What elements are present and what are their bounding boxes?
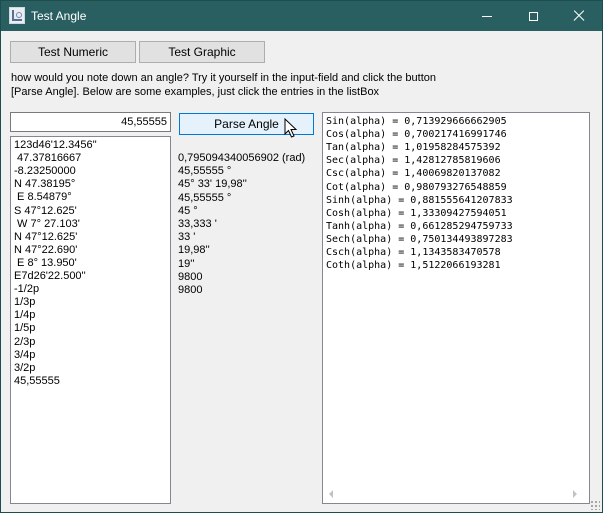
function-line: Tan(alpha) = 1,01958284575392 [326, 142, 501, 154]
result-line: 45,55555 ° [178, 191, 232, 204]
result-line: 45° 33' 19,98'' [178, 178, 247, 191]
title-bar[interactable]: Test Angle [1, 1, 602, 31]
function-line: Tanh(alpha) = 0,661285294759733 [326, 220, 513, 232]
list-item[interactable]: 3/4p [14, 349, 35, 362]
function-line: Sin(alpha) = 0,713929666662905 [326, 116, 507, 127]
list-item[interactable]: 3/2p [14, 362, 35, 375]
minimize-icon [482, 15, 492, 17]
result-line: 33,333 ' [178, 218, 217, 230]
function-line: Csch(alpha) = 1,1343583470578 [326, 247, 501, 258]
function-line: Cos(alpha) = 0,700217416991746 [326, 129, 507, 141]
list-item[interactable]: E 8° 13.950' [14, 257, 77, 270]
window-title: Test Angle [31, 9, 87, 23]
list-item[interactable]: 123d46'12.3456'' [14, 139, 97, 152]
resize-grip-icon[interactable] [590, 500, 600, 510]
list-item[interactable]: 45,55555 [14, 375, 60, 388]
list-item[interactable]: N 47.38195° [14, 178, 75, 191]
examples-listbox[interactable]: 123d46'12.3456'' 47.37816667 -8.23250000 N… [10, 136, 171, 504]
list-item[interactable]: 2/3p [14, 336, 35, 349]
function-line: Cot(alpha) = 0,980793276548859 [326, 181, 507, 193]
close-button[interactable] [556, 1, 602, 31]
list-item[interactable]: N 47°22.690' [14, 244, 77, 257]
function-line: Cosh(alpha) = 1,33309427594051 [326, 207, 507, 219]
minimize-button[interactable] [464, 1, 510, 31]
function-line: Sinh(alpha) = 0,881555641207833 [326, 194, 513, 206]
result-line: 19'' [178, 257, 195, 270]
app-icon[interactable] [9, 7, 25, 24]
test-numeric-button[interactable]: Test Numeric [10, 41, 136, 63]
horizontal-scrollbar[interactable] [323, 486, 589, 503]
list-item[interactable]: W 7° 27.103' [14, 218, 80, 231]
list-item[interactable]: S 47°12.625' [14, 205, 77, 218]
list-item[interactable]: -1/2p [14, 283, 39, 296]
maximize-icon [528, 11, 538, 21]
result-line: 9800 [178, 284, 203, 296]
result-line: 19,98'' [178, 244, 210, 257]
function-line: Sech(alpha) = 0,750134493897283 [326, 233, 513, 245]
list-item[interactable]: 1/5p [14, 322, 35, 335]
list-item[interactable]: E7d26'22.500'' [14, 270, 86, 283]
function-line: Csc(alpha) = 1,40069820137082 [326, 168, 501, 180]
main-window: Test Angle Test Numeric Test Graphic how… [0, 0, 603, 513]
test-graphic-button[interactable]: Test Graphic [139, 41, 265, 63]
list-item[interactable]: 1/3p [14, 296, 35, 309]
list-item[interactable]: 47.37816667 [14, 152, 81, 165]
angle-input[interactable]: 45,55555 [10, 112, 171, 132]
functions-textbox[interactable]: Sin(alpha) = 0,713929666662905 Cos(alpha)… [322, 112, 590, 504]
result-line: 0,795094340056902 (rad) [178, 152, 306, 164]
result-line: 33 ' [178, 231, 196, 244]
list-item[interactable]: N 47°12.625' [14, 231, 77, 244]
close-icon [573, 10, 585, 22]
scroll-left-icon[interactable] [329, 490, 333, 498]
client-area: Test Numeric Test Graphic how would you … [1, 31, 602, 512]
maximize-button[interactable] [510, 1, 556, 31]
list-item[interactable]: E 8.54879° [14, 191, 72, 204]
list-item[interactable]: -8.23250000 [14, 165, 76, 178]
result-line: 45 ° [178, 204, 198, 217]
list-item[interactable]: 1/4p [14, 309, 35, 322]
function-line: Coth(alpha) = 1,5122066193281 [326, 260, 501, 272]
function-line: Sec(alpha) = 1,42812785819606 [326, 155, 501, 167]
result-line: 45,55555 ° [178, 165, 232, 178]
scroll-right-icon[interactable] [573, 490, 577, 498]
result-line: 9800 [178, 270, 203, 283]
mouse-cursor-icon [284, 118, 298, 138]
description-text: how would you note down an angle? Try it… [11, 72, 436, 98]
